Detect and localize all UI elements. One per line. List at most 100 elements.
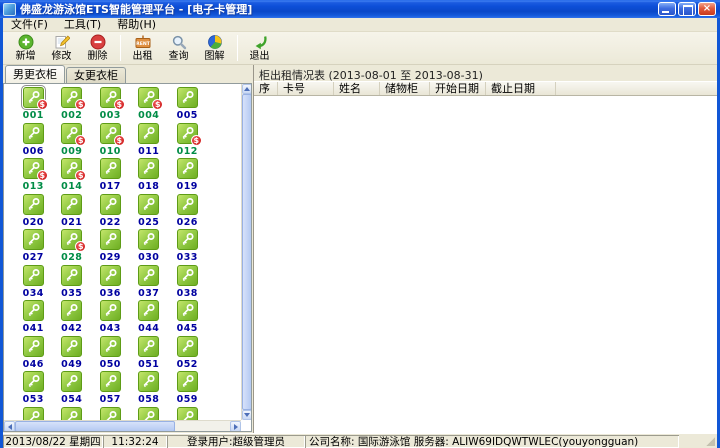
- locker-item[interactable]: 049: [53, 335, 92, 372]
- key-icon: $: [176, 122, 202, 146]
- report-table-header: 序 卡号 姓名 储物柜 开始日期 截止日期: [254, 81, 717, 96]
- col-end-date[interactable]: 截止日期: [486, 82, 556, 95]
- locker-item[interactable]: 027: [14, 229, 53, 265]
- locker-item[interactable]: 021: [53, 193, 92, 230]
- locker-item[interactable]: 062: [91, 406, 130, 420]
- menu-help[interactable]: 帮助(H): [109, 18, 164, 32]
- locker-item[interactable]: $013: [14, 158, 53, 194]
- locker-item[interactable]: 065: [130, 406, 169, 420]
- col-seq[interactable]: 序: [254, 82, 278, 95]
- status-company-server: 公司名称: 国际游泳馆 服务器: ALIW69IDQWTWLEC(youyong…: [305, 435, 679, 448]
- locker-item[interactable]: $004: [130, 87, 169, 123]
- key-icon: [99, 406, 121, 420]
- locker-item[interactable]: 044: [130, 300, 169, 336]
- edit-button[interactable]: 修改: [44, 33, 79, 64]
- tab-female-lockers[interactable]: 女更衣柜: [66, 67, 126, 83]
- rented-dollar-badge: $: [75, 99, 87, 110]
- locker-number: 003: [99, 110, 121, 121]
- locker-item[interactable]: 029: [91, 229, 130, 265]
- horizontal-scrollbar[interactable]: [4, 420, 241, 431]
- locker-item[interactable]: 051: [130, 335, 169, 372]
- locker-item[interactable]: 059: [168, 371, 207, 407]
- locker-item[interactable]: $003: [91, 87, 130, 123]
- locker-item[interactable]: 036: [91, 264, 130, 301]
- col-start-date[interactable]: 开始日期: [430, 82, 486, 95]
- toolbar-separator: [120, 35, 121, 61]
- locker-item[interactable]: 022: [91, 193, 130, 230]
- scroll-down-button[interactable]: [242, 410, 251, 420]
- locker-item[interactable]: 035: [53, 264, 92, 301]
- add-button[interactable]: 新增: [8, 33, 43, 64]
- locker-item[interactable]: 054: [53, 371, 92, 407]
- locker-item[interactable]: 060: [14, 406, 53, 420]
- locker-item[interactable]: $002: [53, 87, 92, 123]
- locker-item[interactable]: $009: [53, 122, 92, 159]
- vertical-scroll-thumb[interactable]: [242, 94, 251, 410]
- locker-item[interactable]: 043: [91, 300, 130, 336]
- locker-item[interactable]: 026: [168, 193, 207, 230]
- locker-item[interactable]: 011: [130, 122, 169, 159]
- locker-item[interactable]: $001: [14, 85, 53, 123]
- locker-item[interactable]: 052: [168, 335, 207, 372]
- locker-item[interactable]: $010: [91, 122, 130, 159]
- locker-number: 037: [138, 287, 160, 299]
- locker-item[interactable]: $028: [53, 229, 92, 265]
- key-icon: [99, 300, 121, 321]
- vertical-scrollbar[interactable]: [241, 84, 251, 420]
- locker-item[interactable]: 053: [14, 371, 53, 407]
- locker-item[interactable]: 030: [130, 229, 169, 265]
- scroll-left-button[interactable]: [4, 421, 15, 431]
- minimize-button[interactable]: [658, 2, 676, 16]
- locker-item[interactable]: 019: [168, 158, 207, 194]
- locker-item[interactable]: $014: [53, 158, 92, 194]
- close-button[interactable]: ×: [698, 2, 716, 16]
- locker-grid: $001 $002 $003 $004 005 006 $009 $010 011 $012 $01…: [4, 84, 241, 420]
- diagram-button[interactable]: 图解: [197, 33, 232, 64]
- locker-item[interactable]: 033: [168, 229, 207, 265]
- locker-item[interactable]: 061: [53, 406, 92, 420]
- locker-item[interactable]: 005: [168, 87, 207, 123]
- locker-item[interactable]: 046: [14, 335, 53, 372]
- locker-item[interactable]: 006: [14, 122, 53, 159]
- locker-item[interactable]: 058: [130, 371, 169, 407]
- delete-button[interactable]: 删除: [80, 33, 115, 64]
- scroll-up-button[interactable]: [242, 84, 251, 94]
- app-icon: [3, 2, 16, 16]
- svg-text:RENT: RENT: [136, 41, 151, 47]
- maximize-button[interactable]: [678, 2, 696, 16]
- menu-tools[interactable]: 工具(T): [56, 18, 109, 32]
- locker-item[interactable]: 037: [130, 264, 169, 301]
- locker-number: 013: [22, 181, 44, 192]
- locker-item[interactable]: 034: [14, 264, 53, 301]
- tab-male-lockers[interactable]: 男更衣柜: [5, 65, 65, 83]
- col-locker[interactable]: 储物柜: [380, 82, 430, 95]
- locker-number: 018: [138, 181, 160, 192]
- menu-file[interactable]: 文件(F): [3, 18, 56, 32]
- rent-button[interactable]: RENT 出租: [125, 33, 160, 64]
- key-icon: [61, 406, 83, 420]
- locker-item[interactable]: 018: [130, 158, 169, 194]
- rented-dollar-badge: $: [36, 99, 48, 110]
- locker-item[interactable]: 042: [53, 300, 92, 336]
- locker-item[interactable]: 025: [130, 193, 169, 230]
- locker-item[interactable]: 045: [168, 300, 207, 336]
- locker-item[interactable]: 038: [168, 264, 207, 301]
- search-button[interactable]: 查询: [161, 33, 196, 64]
- locker-item[interactable]: 050: [91, 335, 130, 372]
- locker-number: 021: [61, 216, 83, 228]
- col-card-no[interactable]: 卡号: [278, 82, 334, 95]
- locker-tabstrip: 男更衣柜 女更衣柜: [3, 65, 253, 83]
- scroll-track[interactable]: [175, 421, 230, 431]
- key-icon: [138, 193, 160, 215]
- scroll-right-button[interactable]: [230, 421, 241, 431]
- col-name[interactable]: 姓名: [334, 82, 380, 95]
- locker-item[interactable]: 020: [14, 193, 53, 230]
- horizontal-scroll-thumb[interactable]: [15, 421, 175, 431]
- locker-item[interactable]: 057: [91, 371, 130, 407]
- locker-item[interactable]: 017: [91, 158, 130, 194]
- exit-button[interactable]: 退出: [242, 33, 277, 64]
- locker-item[interactable]: $012: [168, 122, 207, 159]
- locker-item[interactable]: 041: [14, 300, 53, 336]
- resize-grip[interactable]: [679, 435, 717, 448]
- locker-item[interactable]: 066: [168, 406, 207, 420]
